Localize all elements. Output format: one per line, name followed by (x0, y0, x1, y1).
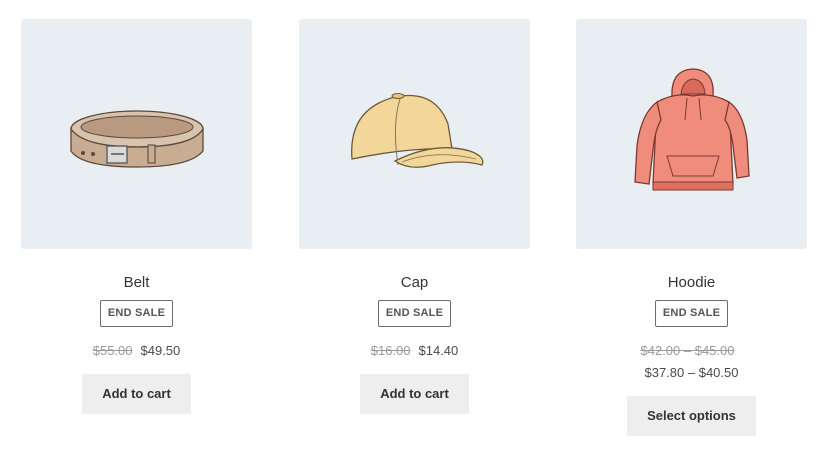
cap-illustration (350, 93, 483, 168)
end-sale-button[interactable]: END SALE (99, 300, 174, 327)
product-title[interactable]: Hoodie (576, 273, 807, 293)
end-sale-button[interactable]: END SALE (654, 300, 729, 327)
add-to-cart-button[interactable]: Add to cart (82, 374, 191, 414)
product-card-cap: Cap END SALE $16.00 $14.40 Add to cart (299, 19, 530, 414)
price: $16.00 $14.40 (299, 340, 530, 362)
sale-price: $37.80 – $40.50 (644, 365, 739, 380)
product-image-hoodie[interactable] (576, 19, 807, 249)
product-title[interactable]: Belt (21, 273, 252, 293)
product-title[interactable]: Cap (299, 273, 530, 293)
product-image-belt[interactable] (21, 19, 252, 249)
add-to-cart-button[interactable]: Add to cart (360, 374, 469, 414)
belt-illustration (69, 110, 204, 168)
product-card-belt: Belt END SALE $55.00 $49.50 Add to cart (21, 19, 252, 414)
regular-price: $55.00 (92, 343, 133, 358)
regular-price: $42.00 – $45.00 (640, 343, 735, 358)
sale-price: $14.40 (418, 343, 459, 358)
product-card-hoodie: Hoodie END SALE $42.00 – $45.00 $37.80 –… (576, 19, 807, 436)
hoodie-illustration (633, 68, 750, 191)
end-sale-button[interactable]: END SALE (377, 300, 452, 327)
product-image-cap[interactable] (299, 19, 530, 249)
price: $55.00 $49.50 (21, 340, 252, 362)
price: $42.00 – $45.00 $37.80 – $40.50 (576, 340, 807, 384)
regular-price: $16.00 (370, 343, 411, 358)
sale-price: $49.50 (140, 343, 181, 358)
select-options-button[interactable]: Select options (627, 396, 756, 436)
